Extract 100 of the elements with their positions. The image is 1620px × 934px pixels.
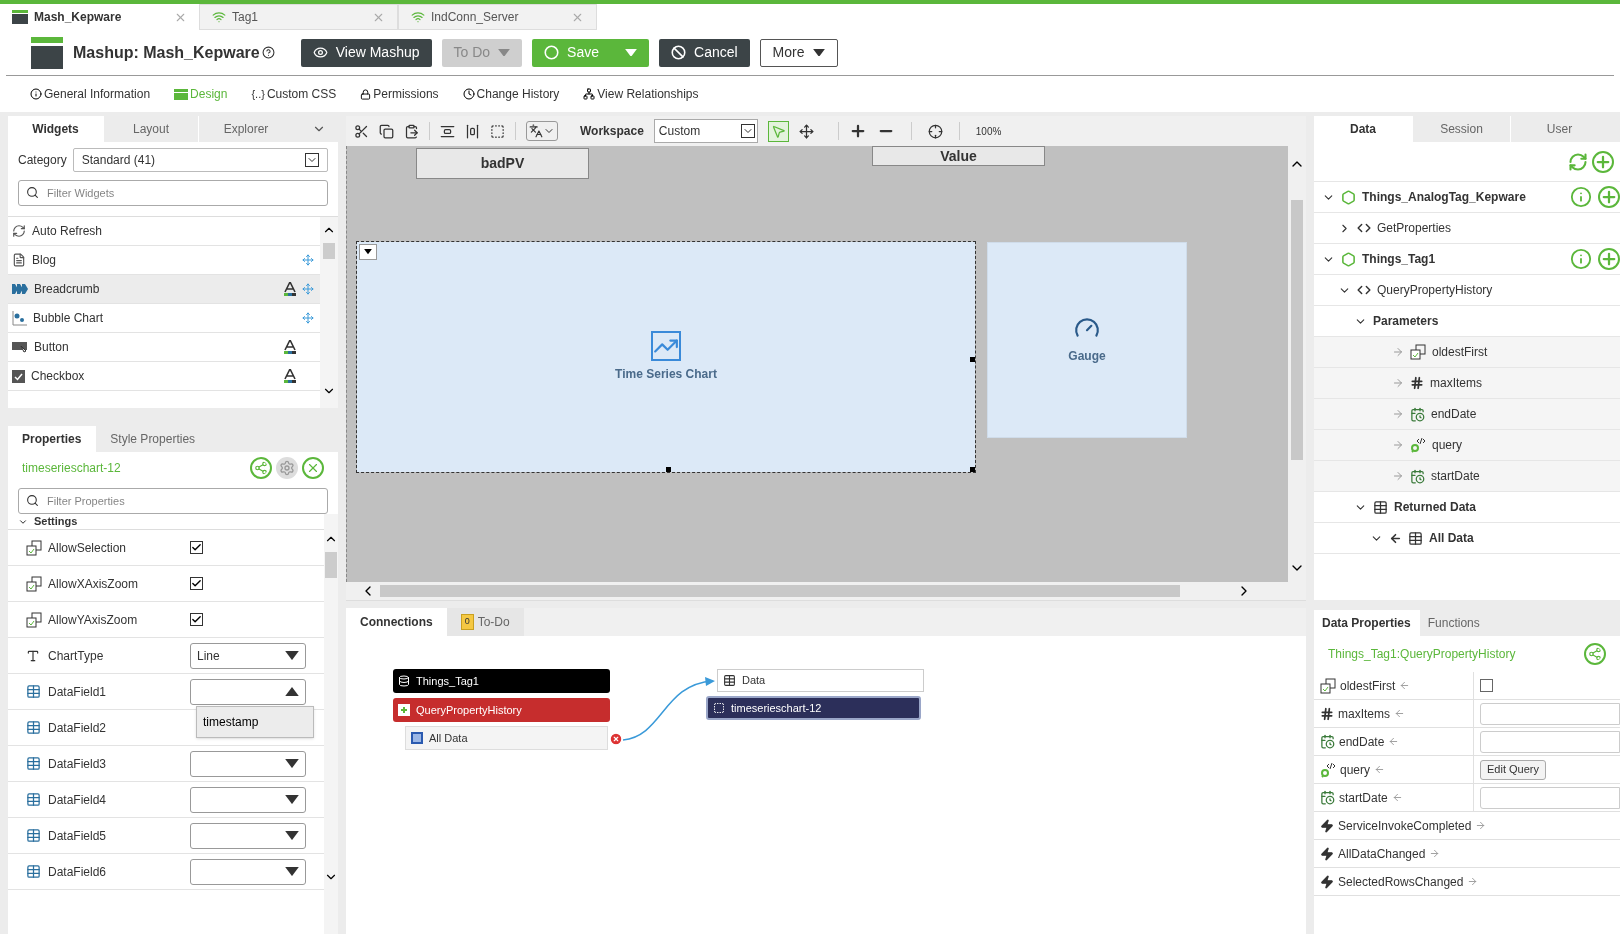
info-icon[interactable] (1570, 186, 1592, 208)
caret-icon (625, 48, 637, 57)
tree-item[interactable]: maxItems (1314, 368, 1620, 399)
property-select[interactable] (190, 678, 306, 705)
property-node[interactable]: Data (717, 669, 924, 692)
checkbox[interactable] (1480, 679, 1493, 692)
input-field[interactable] (1480, 786, 1620, 809)
widget-list-item[interactable]: Button (8, 333, 320, 362)
checkbox[interactable] (190, 613, 203, 626)
add-icon[interactable] (1592, 150, 1614, 173)
distribute-horizontal-icon[interactable] (465, 123, 480, 139)
canvas-widget[interactable]: Value (872, 146, 1045, 166)
resize-handle[interactable] (666, 467, 671, 472)
output-node[interactable]: All Data (405, 726, 608, 750)
paste-icon[interactable] (404, 123, 419, 139)
category-select[interactable]: Standard (41) (72, 148, 328, 172)
toolbar-button[interactable]: View Mashup (300, 38, 432, 67)
tree-item[interactable]: query (1314, 430, 1620, 461)
widget-menu-button[interactable] (359, 244, 377, 260)
toolbar-button[interactable]: Cancel (659, 38, 750, 67)
edit-query-button[interactable]: Edit Query (1480, 759, 1546, 780)
fit-icon[interactable] (490, 123, 505, 139)
tree-item[interactable]: endDate (1314, 399, 1620, 430)
resize-handle[interactable] (970, 467, 975, 472)
canvas-widget[interactable]: badPV (416, 148, 589, 179)
help-icon[interactable] (261, 46, 275, 59)
close-icon[interactable] (302, 457, 324, 479)
widget-name: Auto Refresh (32, 223, 104, 240)
tree-item[interactable]: startDate (1314, 461, 1620, 492)
property-label: AllowSelection (48, 539, 128, 557)
caret-icon (498, 48, 511, 57)
panel-tab[interactable]: Widgets (8, 116, 103, 142)
caret-icon (285, 758, 299, 769)
settings-icon[interactable] (276, 457, 298, 479)
bind-icon[interactable] (250, 457, 272, 479)
property-label: query (1340, 761, 1371, 779)
query-icon (1320, 761, 1336, 778)
arrow-icon (1392, 470, 1404, 482)
property-label: DataField5 (48, 827, 108, 845)
refresh-icon[interactable] (1568, 151, 1588, 172)
panel-tab[interactable]: 0 To-Do (446, 608, 524, 636)
property-select[interactable] (190, 750, 306, 777)
table-icon (723, 674, 736, 687)
property-select[interactable] (190, 786, 306, 813)
checkbox[interactable] (190, 541, 203, 554)
nav-tab[interactable]: Permissions (373, 85, 439, 103)
nav-tab[interactable]: View Relationships (597, 85, 699, 103)
document-tab[interactable]: Mash_Kepware (34, 8, 168, 26)
checkbox-icon (12, 369, 25, 383)
remove-connection-icon[interactable] (609, 732, 623, 746)
pan-icon[interactable] (798, 123, 814, 139)
input-field[interactable] (1480, 702, 1620, 725)
panel-tab[interactable]: Data Properties (1314, 610, 1419, 636)
center-icon[interactable] (927, 123, 943, 139)
panel-tab[interactable]: Connections (346, 608, 447, 636)
resize-handle[interactable] (970, 357, 975, 362)
thing-node[interactable]: Things_Tag1 (393, 669, 610, 693)
toolbar-button[interactable]: More (759, 38, 838, 67)
search-field[interactable]: Filter Widgets (18, 180, 328, 206)
add-icon[interactable] (1598, 248, 1620, 270)
field-label: Category (18, 152, 67, 169)
hexagon-icon (1341, 251, 1356, 267)
checkbox[interactable] (190, 577, 203, 590)
arrow-icon (1394, 708, 1405, 719)
widget-list-item[interactable]: Bubble Chart (8, 304, 320, 333)
widget-list-item[interactable]: Checkbox (8, 362, 320, 391)
arrow-icon (1392, 377, 1404, 389)
panel-tab[interactable]: Data (1314, 116, 1412, 142)
info-icon[interactable] (1570, 248, 1592, 270)
property-select[interactable]: Line (190, 642, 306, 669)
dropdown-option[interactable]: timestamp (197, 707, 313, 737)
property-select[interactable] (190, 858, 306, 885)
search-icon (26, 186, 39, 199)
tree-item[interactable]: oldestFirst (1314, 337, 1620, 368)
distribute-vertical-icon[interactable] (440, 123, 455, 139)
button-icon (12, 341, 28, 353)
widget-node[interactable]: timeserieschart-12 (706, 696, 921, 720)
widget-list-item[interactable]: Breadcrumb (8, 275, 320, 304)
workspace-select[interactable]: Custom (653, 119, 758, 143)
property-label: maxItems (1338, 705, 1390, 723)
language-button[interactable] (526, 121, 558, 141)
widget-list-item[interactable]: Auto Refresh (8, 217, 320, 246)
cut-icon[interactable] (354, 123, 369, 139)
add-icon[interactable] (1598, 186, 1620, 208)
panel-tab[interactable]: Properties (8, 426, 96, 452)
service-node[interactable]: QueryPropertyHistory (393, 698, 610, 722)
bind-icon[interactable] (1584, 643, 1606, 665)
input-field[interactable] (1480, 730, 1620, 753)
chevron-icon (305, 153, 319, 167)
copy-icon[interactable] (379, 123, 394, 139)
nav-tab[interactable]: Custom CSS (266, 85, 337, 103)
search-field[interactable]: Filter Properties (18, 488, 328, 514)
nav-tab[interactable]: General Information (44, 85, 151, 103)
nav-tab[interactable]: Change History (476, 85, 560, 103)
widget-name: Breadcrumb (34, 281, 101, 298)
widget-caption: Gauge (1068, 348, 1106, 365)
calendar-icon (1410, 468, 1425, 484)
wifi-icon (411, 10, 425, 24)
document-icon (12, 253, 26, 267)
property-select[interactable] (190, 822, 306, 849)
